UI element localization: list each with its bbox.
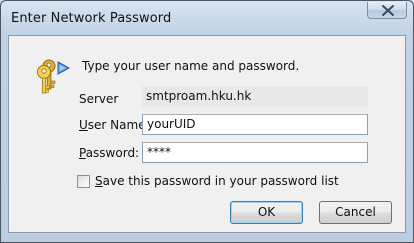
- network-password-dialog: Enter Network Password Type your user na: [0, 0, 414, 243]
- prompt-heading: Type your user name and password.: [82, 59, 300, 73]
- password-label-mnemonic: P: [79, 146, 86, 160]
- password-label-text: assword:: [85, 146, 140, 160]
- dialog-body: Type your user name and password. Server…: [8, 35, 406, 233]
- username-field[interactable]: yourUID: [142, 114, 368, 135]
- close-button[interactable]: [367, 2, 407, 19]
- password-label: Password:: [79, 146, 139, 160]
- save-password-checkbox[interactable]: [77, 175, 90, 188]
- cancel-button[interactable]: Cancel: [319, 201, 392, 224]
- save-password-label-mnemonic: S: [95, 174, 103, 188]
- key-icon: [37, 59, 71, 94]
- username-label-text: ser Name:: [87, 118, 150, 132]
- server-label: Server: [79, 92, 119, 106]
- window-title: Enter Network Password: [11, 11, 172, 26]
- server-value: smtproam.hku.hk: [142, 86, 368, 107]
- title-bar[interactable]: Enter Network Password: [1, 1, 413, 35]
- save-password-label-text: ave this password in your password list: [102, 174, 339, 188]
- save-password-label[interactable]: Save this password in your password list: [95, 174, 339, 188]
- ok-button[interactable]: OK: [230, 201, 303, 224]
- password-field[interactable]: ****: [142, 142, 368, 163]
- username-label: User Name:: [79, 118, 150, 132]
- close-icon: [382, 5, 394, 16]
- username-label-mnemonic: U: [79, 118, 88, 132]
